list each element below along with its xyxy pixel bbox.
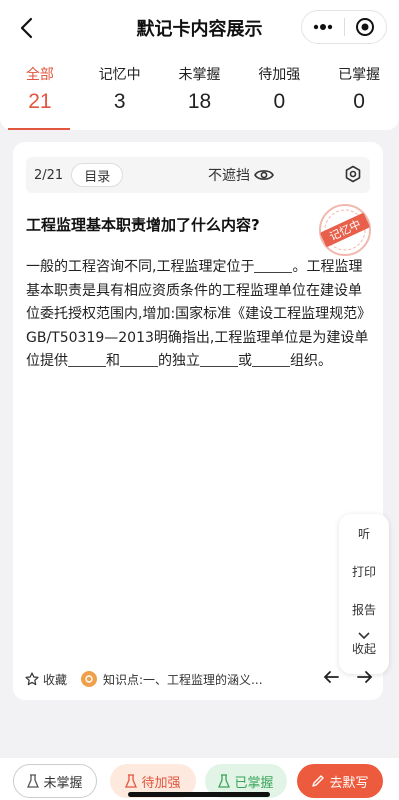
stamp-icon: 记忆中 <box>319 204 371 256</box>
pencil-icon <box>312 775 325 787</box>
button-label: 去默写 <box>329 775 369 791</box>
card-navigation <box>323 670 373 684</box>
reveal-toggle[interactable]: 不遮挡 <box>208 157 274 193</box>
flash-card: 2/21 目录 不遮挡 工程监理基本职责增加了什么内容? 记忆中 一般的工程咨询… <box>13 142 389 700</box>
tab-count: 0 <box>353 90 365 113</box>
arrow-right-icon[interactable] <box>357 670 373 684</box>
tab-count: 18 <box>187 90 212 113</box>
tab-mastered[interactable]: 已掌握 0 <box>319 56 399 130</box>
target-icon <box>356 18 375 36</box>
page-title: 默记卡内容展示 <box>136 19 263 40</box>
content-text: 和 <box>106 353 120 369</box>
tab-label: 待加强 <box>258 67 301 83</box>
card-footer: 收藏 知识点:一、工程监理的涵义... <box>13 662 383 696</box>
content-text: 或 <box>238 353 252 369</box>
report-button[interactable]: 报告 <box>352 590 376 628</box>
eye-icon <box>254 170 274 180</box>
knowledge-point-link[interactable]: 知识点:一、工程监理的涵义... <box>81 671 263 688</box>
content-text: 组织。 <box>290 353 332 369</box>
tab-label: 未掌握 <box>178 67 221 83</box>
button-label: 未掌握 <box>43 775 83 791</box>
tab-count: 3 <box>113 90 126 113</box>
mini-program-capsule <box>301 10 387 44</box>
memorizing-stamp: 记忆中 <box>317 202 373 258</box>
button-label: 已掌握 <box>234 775 274 791</box>
chevron-down-icon <box>358 632 370 640</box>
blank[interactable] <box>68 353 106 367</box>
button-label: 待加强 <box>141 775 181 791</box>
blank[interactable] <box>254 259 293 273</box>
back-button[interactable] <box>12 14 40 42</box>
blank[interactable] <box>120 353 158 367</box>
content-text: 一般的工程咨询不同,工程监理定位于 <box>26 259 255 275</box>
mark-not-mastered-button[interactable]: 未掌握 <box>13 764 97 798</box>
status-tabs: 全部 21 记忆中 3 未掌握 18 待加强 0 已掌握 0 <box>0 56 399 130</box>
listen-button[interactable]: 听 <box>358 514 370 552</box>
page-indicator: 2/21 <box>34 167 64 183</box>
tab-count: 0 <box>273 90 286 113</box>
reveal-label: 不遮挡 <box>208 168 250 184</box>
header: 默记卡内容展示 <box>0 0 399 56</box>
content-text: 的独立 <box>158 353 200 369</box>
knowledge-label: 知识点:一、工程监理的涵义... <box>103 672 263 687</box>
favorite-button[interactable]: 收藏 <box>25 671 67 688</box>
settings-button[interactable] <box>344 165 362 187</box>
tab-label: 已掌握 <box>338 67 381 83</box>
card-content: 一般的工程咨询不同,工程监理定位于 。工程监理基本职责是具有相应资质条件的工程监理… <box>26 256 372 374</box>
blank[interactable] <box>252 353 290 367</box>
tab-label: 全部 <box>25 67 54 83</box>
tab-count: 21 <box>28 90 52 113</box>
tab-not-mastered[interactable]: 未掌握 18 <box>160 56 240 130</box>
more-icon <box>313 24 332 30</box>
flask-icon <box>125 774 138 788</box>
print-button[interactable]: 打印 <box>352 552 376 590</box>
card-toolbar: 2/21 目录 不遮挡 <box>26 157 370 193</box>
tab-to-improve[interactable]: 待加强 0 <box>239 56 319 130</box>
knowledge-icon <box>81 671 98 687</box>
collapse-label: 收起 <box>351 642 376 656</box>
tab-label: 记忆中 <box>98 67 141 83</box>
blank[interactable] <box>200 353 238 367</box>
go-dictate-button[interactable]: 去默写 <box>297 764 383 798</box>
flask-icon <box>218 774 231 788</box>
close-mini-program-button[interactable] <box>344 11 386 43</box>
question-title: 工程监理基本职责增加了什么内容? <box>26 216 260 234</box>
arrow-left-icon[interactable] <box>323 670 339 684</box>
home-indicator <box>128 792 270 797</box>
gear-icon <box>345 165 361 183</box>
tab-all[interactable]: 全部 21 <box>0 56 80 130</box>
directory-button[interactable]: 目录 <box>71 163 124 187</box>
flask-icon <box>27 774 40 788</box>
star-icon <box>25 672 39 686</box>
more-button[interactable] <box>302 11 344 43</box>
chevron-left-icon <box>20 17 33 39</box>
tab-memorizing[interactable]: 记忆中 3 <box>80 56 160 130</box>
collapse-button[interactable]: 收起 <box>352 632 376 657</box>
favorite-label: 收藏 <box>43 672 68 687</box>
side-actions: 听 打印 报告 收起 <box>339 514 389 674</box>
